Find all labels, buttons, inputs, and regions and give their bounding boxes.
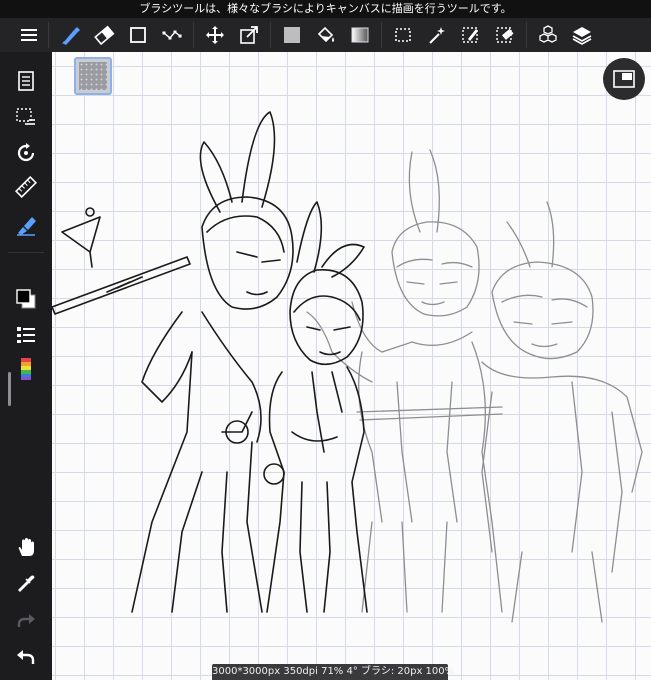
rotate-icon bbox=[17, 143, 35, 162]
select-menu-button[interactable] bbox=[13, 104, 39, 130]
toolbar-divider bbox=[193, 22, 194, 48]
redo-icon bbox=[17, 614, 35, 627]
fill-color-icon bbox=[284, 27, 300, 43]
rotate-button[interactable] bbox=[13, 140, 39, 166]
select-pen-button[interactable] bbox=[454, 18, 488, 52]
redo-button[interactable] bbox=[13, 608, 39, 634]
gradient-tool-button[interactable] bbox=[343, 18, 377, 52]
drawing-canvas[interactable] bbox=[52, 52, 651, 680]
document-icon bbox=[18, 71, 34, 91]
brush-size-icon bbox=[17, 217, 36, 236]
left-toolbar bbox=[0, 52, 52, 680]
hand-tool-button[interactable] bbox=[13, 534, 39, 560]
eraser-tool-button[interactable] bbox=[87, 18, 121, 52]
move-tool-button[interactable] bbox=[198, 18, 232, 52]
toolbar-divider bbox=[270, 22, 271, 48]
status-bar: 3000*3000px 350dpi 71% 4° ブラシ: 20px 100% bbox=[212, 664, 454, 680]
canvas-info-text: 3000*3000px 350dpi 71% 4° ブラシ: 20px 100% bbox=[212, 666, 455, 677]
menu-icon bbox=[21, 29, 37, 41]
ruler-icon bbox=[15, 176, 37, 198]
undo-button[interactable] bbox=[13, 644, 39, 670]
layer-preview-image bbox=[79, 62, 107, 90]
brush-list-button[interactable] bbox=[13, 322, 39, 348]
eyedropper-icon bbox=[18, 575, 35, 592]
eraser-icon bbox=[94, 25, 115, 46]
bucket-icon bbox=[317, 26, 334, 43]
select-eraser-icon bbox=[496, 27, 514, 43]
artwork-sketch bbox=[52, 111, 643, 623]
shape-tool-button[interactable] bbox=[121, 18, 155, 52]
navigator-icon bbox=[613, 70, 635, 88]
sidebar-drag-handle[interactable] bbox=[8, 372, 11, 406]
shape-icon bbox=[130, 27, 146, 43]
sidebar-divider bbox=[8, 252, 44, 253]
fill-color-button[interactable] bbox=[275, 18, 309, 52]
tooltip-text: ブラシツールは、様々なブラシによりキャンバスに描画を行うツールです。 bbox=[139, 2, 512, 15]
brush-size-button[interactable] bbox=[13, 212, 39, 238]
select-menu-icon bbox=[16, 108, 35, 125]
tooltip-bar: ブラシツールは、様々なブラシによりキャンバスに描画を行うツールです。 bbox=[0, 0, 651, 18]
toolbar-divider bbox=[48, 22, 49, 48]
materials-icon bbox=[539, 25, 557, 43]
select-pen-icon bbox=[462, 27, 478, 43]
magic-wand-button[interactable] bbox=[420, 18, 454, 52]
select-rect-button[interactable] bbox=[386, 18, 420, 52]
select-rect-icon bbox=[395, 28, 411, 42]
eyedropper-button[interactable] bbox=[13, 570, 39, 596]
toolbar-divider bbox=[526, 22, 527, 48]
select-eraser-button[interactable] bbox=[488, 18, 522, 52]
document-menu-button[interactable] bbox=[13, 68, 39, 94]
navigator-button[interactable] bbox=[603, 58, 645, 100]
layers-button[interactable] bbox=[565, 18, 599, 52]
top-toolbar bbox=[0, 18, 651, 52]
color-swatch-button[interactable] bbox=[13, 286, 39, 312]
move-icon bbox=[206, 26, 224, 44]
layer-thumbnail[interactable] bbox=[74, 57, 112, 95]
bucket-tool-button[interactable] bbox=[309, 18, 343, 52]
toolbar-divider bbox=[381, 22, 382, 48]
brush-tool-button[interactable] bbox=[53, 18, 87, 52]
transform-icon bbox=[240, 26, 258, 44]
color-swatch-icon bbox=[16, 289, 36, 309]
bezier-tool-button[interactable] bbox=[155, 18, 189, 52]
magic-wand-icon bbox=[429, 27, 445, 44]
undo-icon bbox=[17, 650, 35, 664]
gradient-icon bbox=[351, 27, 369, 43]
brush-icon bbox=[62, 27, 80, 45]
color-palette-icon bbox=[21, 358, 31, 380]
ruler-button[interactable] bbox=[13, 174, 39, 200]
materials-button[interactable] bbox=[531, 18, 565, 52]
color-palette-button[interactable] bbox=[13, 356, 39, 382]
layers-icon bbox=[572, 27, 592, 45]
menu-button[interactable] bbox=[14, 18, 44, 52]
hand-icon bbox=[18, 538, 34, 556]
transform-tool-button[interactable] bbox=[232, 18, 266, 52]
bezier-icon bbox=[162, 30, 182, 40]
brush-list-icon bbox=[17, 327, 35, 343]
